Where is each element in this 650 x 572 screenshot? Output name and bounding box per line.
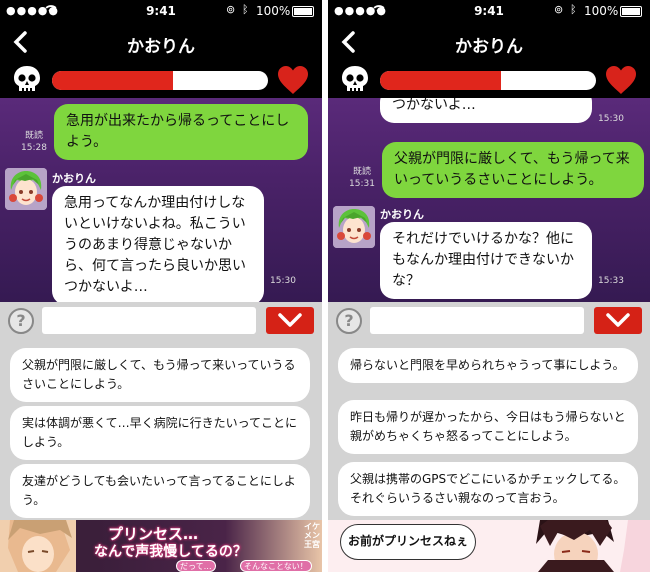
rotation-lock-icon: ⊚ [554,3,564,16]
message-time: 15:30 [270,276,296,286]
chat-log[interactable]: つかないよ… 15:30 既読 15:31 父親が門限に厳しくて、もう帰って来い… [328,98,650,302]
affection-gauge [380,71,596,90]
read-receipt: 既読 15:28 [21,131,47,153]
heart-icon [278,66,308,94]
help-button[interactable]: ? [8,308,34,334]
bluetooth-icon: ᛒ [242,3,249,16]
sender-name: かおりん [380,208,424,221]
nav-bar: かおりん [0,22,322,62]
page-title: かおりん [455,37,523,57]
reply-choice[interactable]: 昨日も帰りが遅かったから、今日はもう帰らないと親がめちゃくちゃ怒るってことにしよ… [338,400,638,454]
message-input[interactable] [42,307,256,334]
rotation-lock-icon: ⊚ [226,3,236,16]
input-row: ? [328,302,650,340]
choices-toggle-button[interactable] [266,307,314,334]
other-message-bubble: つかないよ… [380,98,592,123]
sender-name: かおりん [52,172,96,185]
page-title: かおりん [127,37,195,57]
reply-choices: 帰らないと門限を早められちゃうって事にしよう。 昨日も帰りが遅かったから、今日は… [328,340,650,520]
message-time: 15:30 [598,114,624,124]
affection-gauge [52,71,268,90]
other-message-bubble: それだけでいけるかな？他にもなんか理由付けできないかな？ [380,222,592,299]
message-time: 15:33 [598,276,624,286]
battery-percent: 100% [584,4,619,18]
banner-subheadline: なんで声我慢してるの？ [94,544,247,560]
affection-gauge-fill [380,71,501,90]
skull-icon [14,66,40,92]
reply-choice[interactable]: 友達がどうしても会いたいって言ってることにしよう。 [10,464,310,518]
chat-log[interactable]: 既読 15:28 急用が出来たから帰るってことにしよう。 かおりん 急用ってなん… [0,98,322,302]
reply-choices: 父親が門限に厳しくて、もう帰って来いっていうるさいことにしよう。 実は体調が悪く… [0,340,322,520]
my-message-bubble: 急用が出来たから帰るってことにしよう。 [54,104,308,160]
battery-icon [292,6,314,17]
read-receipt: 既読 15:31 [349,167,375,189]
status-bar: ●●●●● 9:41 ⊚ ᛒ 100% [328,0,650,22]
heart-icon [606,66,636,94]
help-button[interactable]: ? [336,308,362,334]
banner-character-image [0,520,100,572]
banner-speech-bubble: お前がプリンセスねぇ [340,524,476,560]
choices-toggle-button[interactable] [594,307,642,334]
phone-screen-right: ●●●●● 9:41 ⊚ ᛒ 100% かおりん つかないよ… 15:30 既読… [328,0,650,572]
message-input[interactable] [370,307,584,334]
banner-logo-text: イケメン王宮 [304,522,320,549]
affection-gauge-row [328,62,650,98]
input-row: ? [0,302,322,340]
reply-choice[interactable]: 帰らないと門限を早められちゃうって事にしよう。 [338,348,638,383]
banner-option-button[interactable]: そんなことない！ [240,560,312,572]
chevron-down-icon [278,313,302,327]
status-bar: ●●●●● 9:41 ⊚ ᛒ 100% [0,0,322,22]
battery-icon [620,6,642,17]
other-message-bubble: 急用ってなんか理由付けしないといけないよね。私こういうのあまり得意じゃないから、… [52,186,264,302]
reply-choice[interactable]: 父親が門限に厳しくて、もう帰って来いっていうるさいことにしよう。 [10,348,310,402]
avatar-kaorin [5,168,47,210]
reply-choice[interactable]: 父親は携帯のGPSでどこにいるかチェックしてる。それぐらいうるさい親なのって言お… [338,462,638,516]
banner-option-button[interactable]: だって… [176,560,216,572]
avatar-kaorin [333,206,375,248]
phone-screen-left: ●●●●● 9:41 ⊚ ᛒ 100% かおりん 既読 15:28 急用が出来た… [0,0,322,572]
chevron-down-icon [606,313,630,327]
nav-bar: かおりん [328,22,650,62]
bluetooth-icon: ᛒ [570,3,577,16]
ad-banner[interactable]: お前がプリンセスねぇ [328,520,650,572]
ad-banner[interactable]: プリンセス… なんで声我慢してるの？ だって… そんなことない！ イケメン王宮 [0,520,322,572]
skull-icon [342,66,368,92]
reply-choice[interactable]: 実は体調が悪くて…早く病院に行きたいってことにしよう。 [10,406,310,460]
affection-gauge-fill [52,71,173,90]
battery-percent: 100% [256,4,291,18]
my-message-bubble: 父親が門限に厳しくて、もう帰って来いっていうるさいことにしよう。 [382,142,644,198]
affection-gauge-row [0,62,322,98]
banner-character-image [478,520,650,572]
